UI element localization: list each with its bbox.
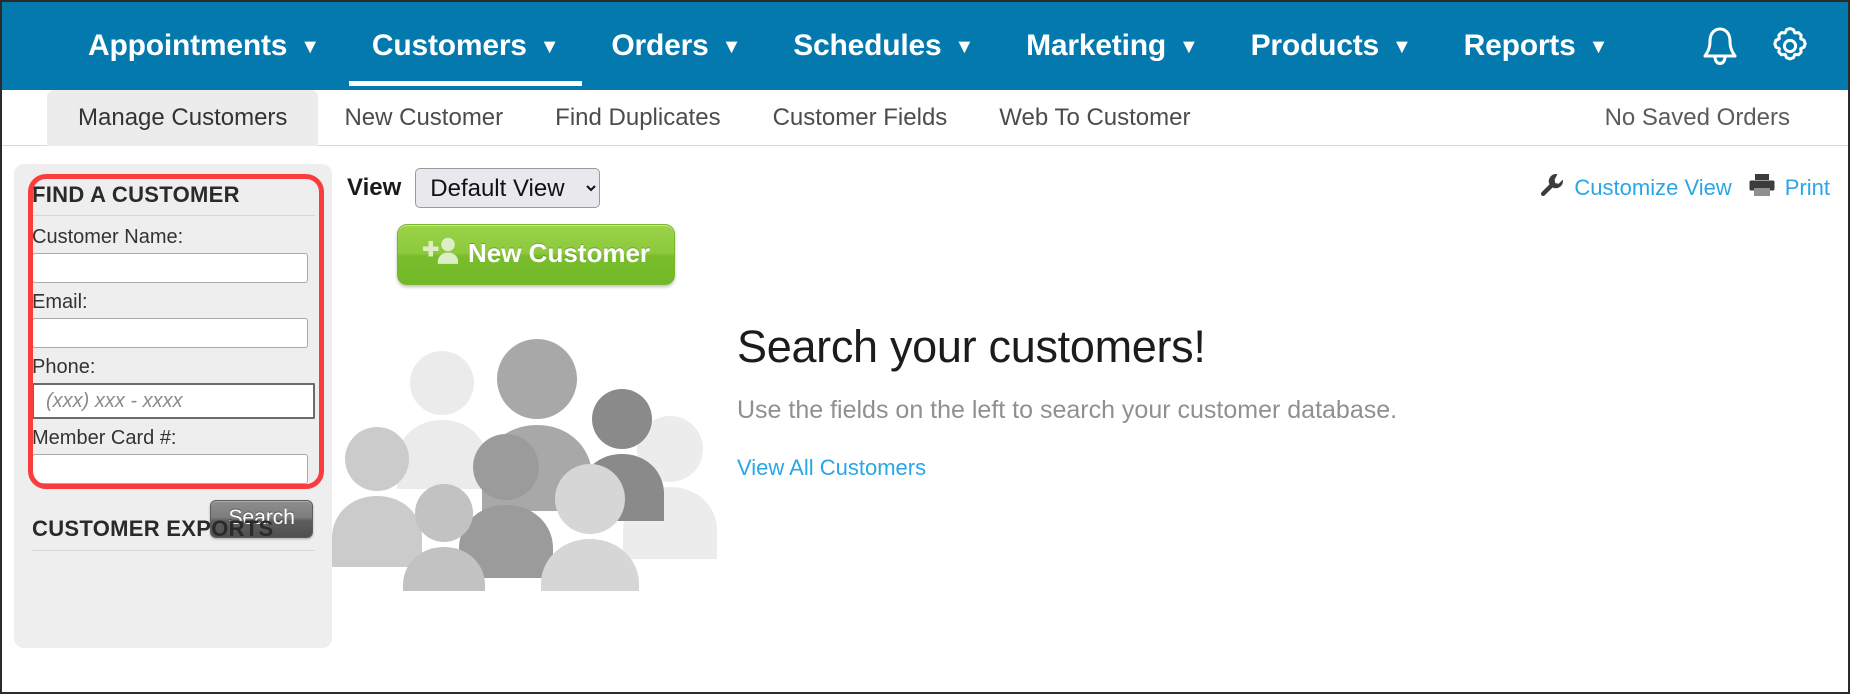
hero-title: Search your customers! xyxy=(737,321,1206,372)
main-panel: View Default View Customize View Print N… xyxy=(332,146,1848,692)
customize-view-label: Customize View xyxy=(1574,174,1732,200)
nav-item-appointments[interactable]: Appointments ▼ xyxy=(62,2,346,90)
nav-item-products[interactable]: Products ▼ xyxy=(1225,2,1438,90)
tab-customer-fields[interactable]: Customer Fields xyxy=(747,90,974,146)
customer-exports-title: CUSTOMER EXPORTS xyxy=(32,516,315,551)
customer-name-label: Customer Name: xyxy=(32,226,184,248)
hero-subtitle: Use the fields on the left to search you… xyxy=(737,396,1398,424)
tab-label: New Customer xyxy=(344,104,504,131)
secondary-nav-tabs: Manage Customers New Customer Find Dupli… xyxy=(47,90,1217,146)
nav-item-label: Reports xyxy=(1463,29,1576,62)
tab-label: Find Duplicates xyxy=(555,104,721,131)
add-person-icon xyxy=(416,235,459,272)
view-label: View xyxy=(347,174,402,201)
app-window: Appointments ▼ Customers ▼ Orders ▼ Sche… xyxy=(0,0,1850,694)
tab-manage-customers[interactable]: Manage Customers xyxy=(47,90,319,146)
nav-item-reports[interactable]: Reports ▼ xyxy=(1438,2,1635,90)
hero-block: Search your customers! Use the fields on… xyxy=(737,321,1497,481)
print-label: Print xyxy=(1784,174,1830,200)
secondary-navigation-bar: Manage Customers New Customer Find Dupli… xyxy=(2,90,1848,146)
chevron-down-icon: ▼ xyxy=(1392,36,1412,58)
new-customer-label: New Customer xyxy=(468,238,651,268)
tab-label: Web To Customer xyxy=(999,104,1191,131)
nav-item-schedules[interactable]: Schedules ▼ xyxy=(767,2,1000,90)
print-button[interactable]: Print xyxy=(1748,172,1830,203)
primary-nav-items: Appointments ▼ Customers ▼ Orders ▼ Sche… xyxy=(62,2,1634,90)
tab-web-to-customer[interactable]: Web To Customer xyxy=(973,90,1216,146)
new-customer-button[interactable]: New Customer xyxy=(397,224,676,285)
email-input[interactable] xyxy=(32,318,308,348)
chevron-down-icon: ▼ xyxy=(1178,36,1199,58)
tab-new-customer[interactable]: New Customer xyxy=(318,90,529,146)
email-label: Email: xyxy=(32,291,88,313)
tab-label: Customer Fields xyxy=(772,104,948,131)
chevron-down-icon: ▼ xyxy=(954,36,975,58)
nav-item-marketing[interactable]: Marketing ▼ xyxy=(1000,2,1225,90)
customer-name-input[interactable] xyxy=(32,253,308,283)
phone-label: Phone: xyxy=(32,356,96,378)
nav-item-label: Appointments xyxy=(88,29,288,62)
nav-item-customers[interactable]: Customers ▼ xyxy=(346,2,586,90)
page-content: FIND A CUSTOMER Customer Name: Email: Ph… xyxy=(2,146,1848,692)
find-a-customer-title: FIND A CUSTOMER xyxy=(32,182,315,216)
printer-icon xyxy=(1748,172,1776,203)
tab-find-duplicates[interactable]: Find Duplicates xyxy=(529,90,746,146)
member-card-input[interactable] xyxy=(32,454,308,484)
settings-gear-icon[interactable] xyxy=(1768,24,1812,68)
chevron-down-icon: ▼ xyxy=(1588,36,1609,58)
chevron-down-icon: ▼ xyxy=(539,36,560,58)
tab-label: Manage Customers xyxy=(78,104,288,131)
view-select[interactable]: Default View xyxy=(415,168,601,208)
member-card-label: Member Card #: xyxy=(32,427,177,449)
saved-orders-status[interactable]: No Saved Orders xyxy=(1605,90,1790,146)
left-sidebar: FIND A CUSTOMER Customer Name: Email: Ph… xyxy=(14,164,332,648)
crowd-of-people-icon xyxy=(322,331,742,615)
view-tools: Customize View Print xyxy=(1539,172,1830,203)
nav-item-label: Products xyxy=(1250,29,1380,62)
primary-nav-icons xyxy=(1698,2,1812,90)
chevron-down-icon: ▼ xyxy=(300,36,320,58)
find-a-customer-panel: FIND A CUSTOMER Customer Name: Email: Ph… xyxy=(32,182,315,538)
primary-navigation-bar: Appointments ▼ Customers ▼ Orders ▼ Sche… xyxy=(2,2,1848,90)
notifications-bell-icon[interactable] xyxy=(1698,24,1742,68)
nav-item-orders[interactable]: Orders ▼ xyxy=(585,2,767,90)
phone-input[interactable] xyxy=(32,383,315,419)
nav-item-label: Orders xyxy=(611,29,709,62)
nav-item-label: Marketing xyxy=(1026,29,1166,62)
wrench-icon xyxy=(1539,172,1565,203)
customize-view-button[interactable]: Customize View xyxy=(1539,172,1732,203)
view-all-customers-link[interactable]: View All Customers xyxy=(737,455,926,481)
nav-item-label: Schedules xyxy=(793,29,942,62)
view-selector-row: View Default View xyxy=(347,168,601,208)
chevron-down-icon: ▼ xyxy=(721,36,742,58)
nav-item-label: Customers xyxy=(371,29,527,62)
